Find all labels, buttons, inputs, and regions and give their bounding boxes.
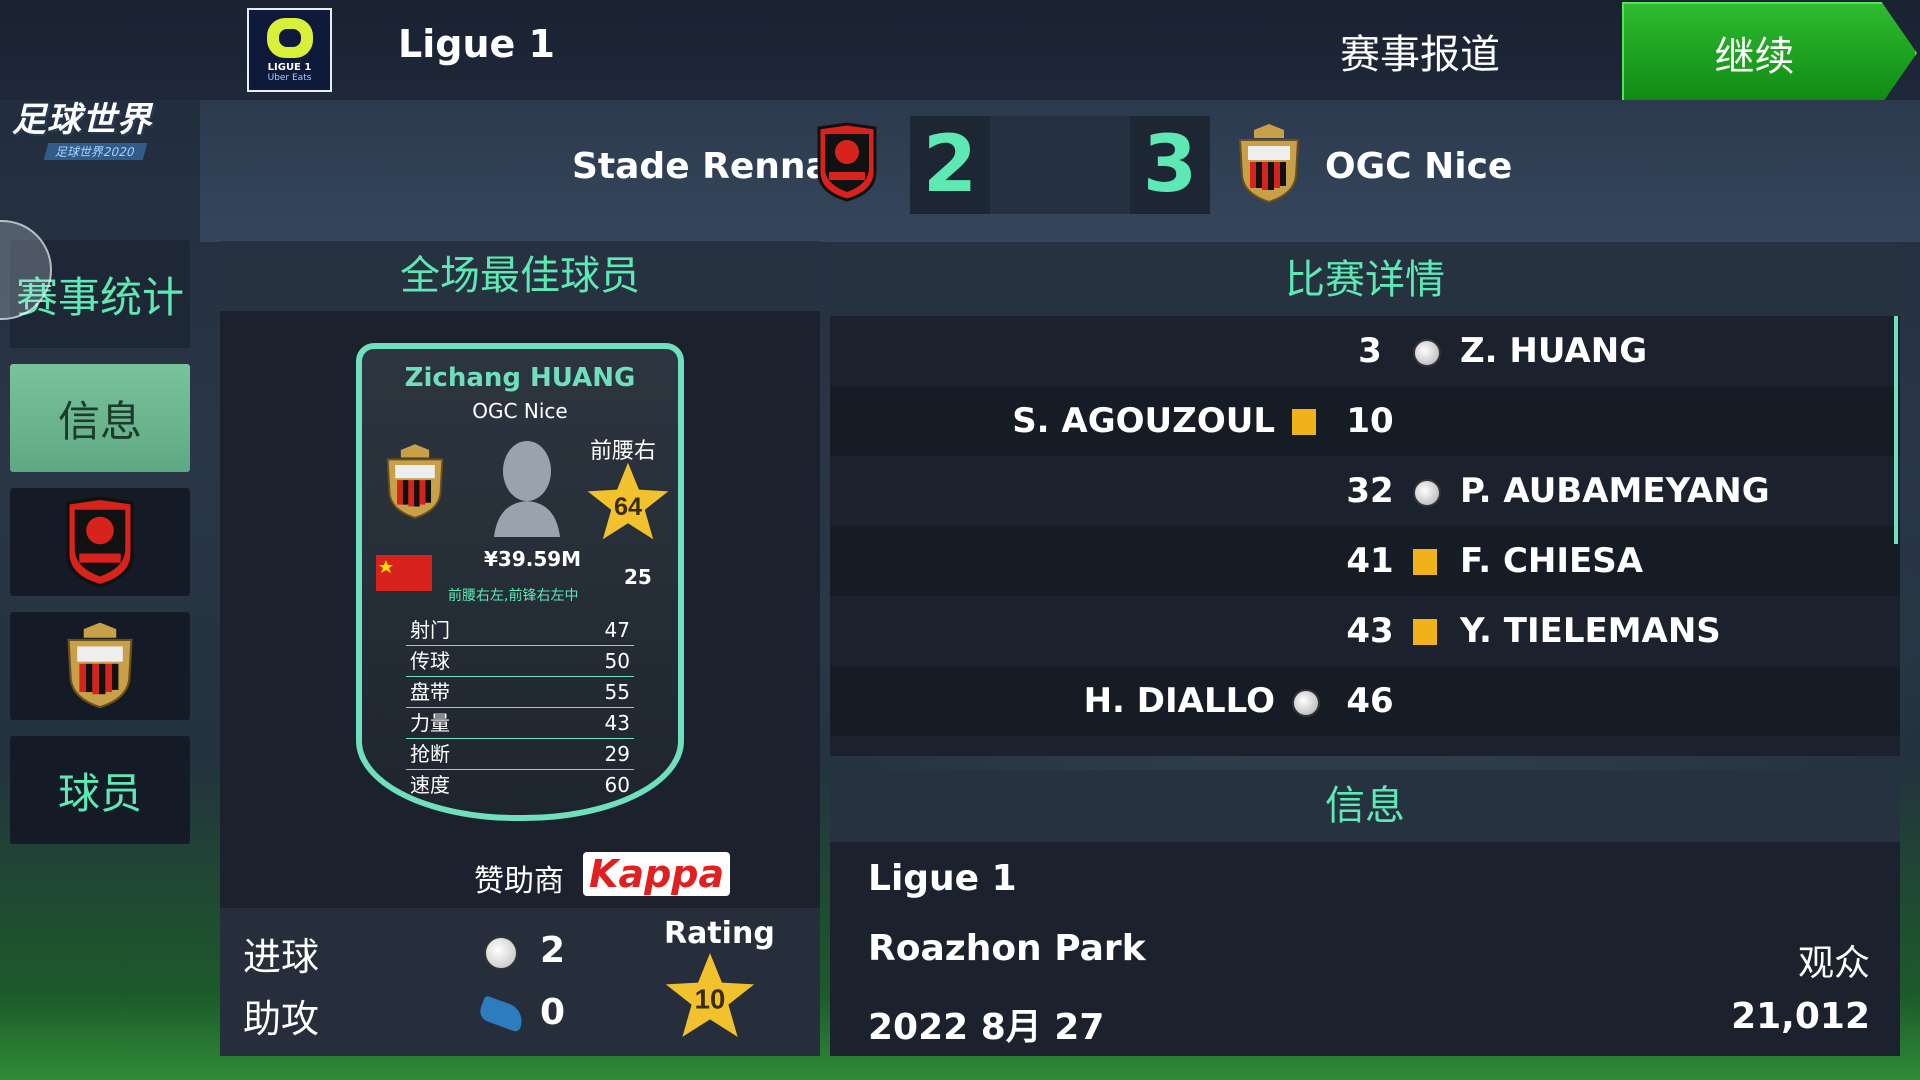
- match-rating-label: Rating: [664, 916, 775, 951]
- nice-crest-icon: [386, 444, 444, 519]
- player-stats: 射门 47 传球 50 盘带 55 力量 43 抢断 29 速度 60: [406, 615, 634, 801]
- info-title: 信息: [830, 770, 1900, 842]
- stat-row: 盘带 55: [406, 677, 634, 708]
- league-logo: LIGUE 1 Uber Eats: [247, 8, 332, 92]
- player-age: 25: [624, 565, 652, 589]
- sidebar-item-players[interactable]: 球员: [10, 736, 190, 844]
- yellow-card-icon: [1413, 619, 1437, 645]
- stat-row: 速度 60: [410, 773, 630, 797]
- player-name: Zichang HUANG: [404, 363, 636, 393]
- goal-ball-icon: [1292, 689, 1320, 717]
- mvp-title: 全场最佳球员: [220, 241, 820, 311]
- stat-row: 射门 47: [406, 615, 634, 646]
- sidebar-item-info[interactable]: 信息: [10, 364, 190, 472]
- game-logo: 足球世界 足球世界2020: [12, 100, 152, 160]
- player-club: OGC Nice: [472, 399, 568, 423]
- league-logo-text: LIGUE 1: [267, 61, 312, 73]
- event-row: 3 Z. HUANG: [830, 316, 1900, 386]
- nice-crest-icon: [1238, 124, 1300, 204]
- sponsor-label: 赞助商: [474, 864, 564, 899]
- player-value: ¥39.59M: [484, 547, 582, 571]
- league-logo-sponsor: Uber Eats: [267, 72, 312, 83]
- match-rating-star-icon: 10: [665, 953, 755, 1037]
- sidebar-item-label: 信息: [57, 396, 142, 446]
- sidebar-item-label: 球员: [57, 768, 142, 818]
- event-row: 41 F. CHIESA: [830, 526, 1900, 596]
- ball-icon: [484, 936, 518, 970]
- stat-row: 传球 50: [406, 646, 634, 677]
- goal-ball-icon: [1413, 339, 1441, 367]
- event-row: S. AGOUZOUL 10: [830, 386, 1900, 456]
- rennes-crest-icon: [66, 496, 134, 588]
- player-avatar-icon: [494, 441, 560, 537]
- rennes-crest-icon: [817, 122, 877, 202]
- assists-value: 0: [540, 992, 566, 1033]
- match-rating: 10: [695, 983, 726, 1014]
- event-row: 43 Y. TIELEMANS: [830, 596, 1900, 666]
- stat-row: 力量 43: [406, 708, 634, 739]
- continue-button[interactable]: 继续: [1622, 2, 1917, 104]
- china-flag-icon: [376, 555, 432, 591]
- nice-crest-icon: [67, 622, 133, 709]
- score-separator: [990, 116, 1130, 214]
- event-list-scrollbar[interactable]: [1894, 316, 1898, 544]
- player-rating: 64: [614, 493, 642, 521]
- event-row: H. DIALLO 46: [830, 666, 1900, 736]
- sponsor-logo: Kappa: [583, 852, 731, 896]
- player-rating-star-icon: 64: [587, 462, 669, 540]
- player-alt-positions: 前腰右左,前锋右左中: [448, 588, 579, 604]
- assists-label: 助攻: [243, 997, 320, 1041]
- league-logo-icon: [266, 17, 313, 58]
- event-list[interactable]: 3 Z. HUANG S. AGOUZOUL 10 32 P. AUBAMEYA…: [830, 316, 1900, 756]
- home-score: 2: [910, 116, 990, 214]
- attendance-label: 观众: [1797, 943, 1870, 984]
- sidebar-item-home-team[interactable]: [10, 488, 190, 596]
- yellow-card-icon: [1413, 549, 1437, 575]
- sidebar: 赛事统计 信息 球员: [10, 240, 190, 860]
- competition-name: Ligue 1: [868, 858, 1017, 899]
- attendance-value: 21,012: [1731, 996, 1870, 1037]
- match-details-title: 比赛详情: [830, 244, 1900, 316]
- yellow-card-icon: [1292, 409, 1316, 435]
- stadium-name: Roazhon Park: [868, 928, 1146, 969]
- match-date: 2022 8月 27: [868, 1007, 1105, 1048]
- event-row: 32 P. AUBAMEYANG: [830, 456, 1900, 526]
- away-score: 3: [1130, 116, 1210, 214]
- stat-row: 抢断 29: [406, 739, 634, 770]
- away-team-name: OGC Nice: [1325, 146, 1513, 187]
- page-title: 赛事报道: [1340, 32, 1500, 78]
- goal-ball-icon: [1413, 479, 1441, 507]
- sidebar-item-away-team[interactable]: [10, 612, 190, 720]
- goals-value: 2: [540, 930, 566, 971]
- player-card[interactable]: Zichang HUANG OGC Nice 前腰右 64 ¥39.59M 25…: [356, 343, 684, 821]
- goals-label: 进球: [243, 935, 320, 979]
- league-name: Ligue 1: [398, 22, 555, 66]
